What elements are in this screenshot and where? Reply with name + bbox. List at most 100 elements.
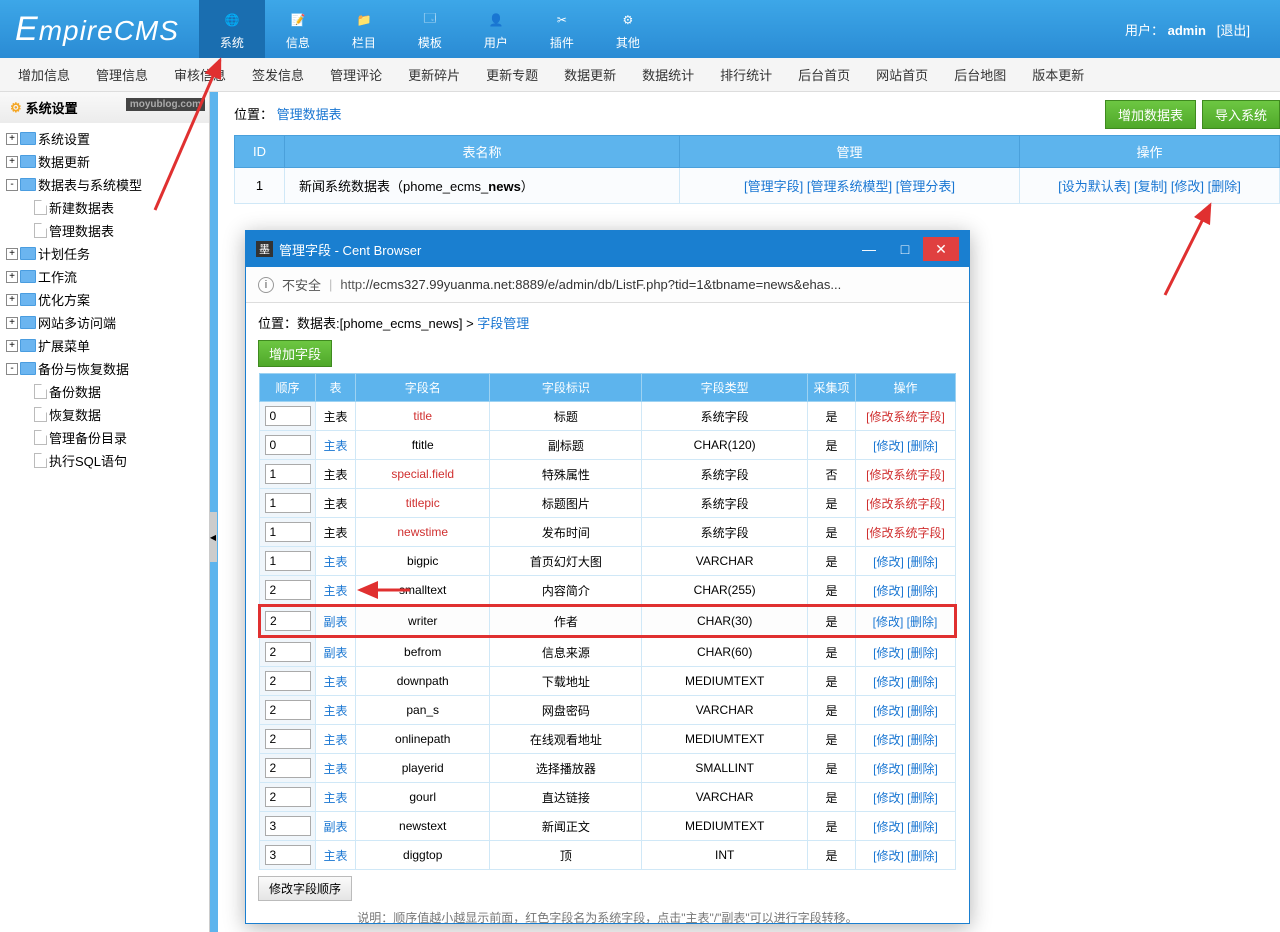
nav-gear[interactable]: ⚙其他	[595, 0, 661, 58]
modify-sys-link[interactable]: [修改系统字段]	[866, 468, 945, 482]
sidebar-item[interactable]: 新建数据表	[0, 196, 209, 219]
subnav-item[interactable]: 排行统计	[712, 65, 780, 84]
modify-link[interactable]: [修改]	[873, 615, 904, 629]
op-link[interactable]: [删除]	[1208, 179, 1241, 194]
delete-link[interactable]: [删除]	[907, 439, 938, 453]
modify-sys-link[interactable]: [修改系统字段]	[866, 410, 945, 424]
order-input[interactable]	[265, 522, 311, 542]
manage-link[interactable]: [管理字段]	[744, 179, 803, 194]
modify-link[interactable]: [修改]	[873, 762, 904, 776]
order-input[interactable]	[265, 580, 311, 600]
delete-link[interactable]: [删除]	[907, 820, 938, 834]
manage-link[interactable]: [管理系统模型]	[807, 179, 892, 194]
modify-link[interactable]: [修改]	[873, 439, 904, 453]
table-toggle-link[interactable]: 主表	[323, 849, 347, 863]
modify-link[interactable]: [修改]	[873, 791, 904, 805]
toggle-icon[interactable]: +	[6, 317, 18, 329]
order-input[interactable]	[265, 758, 311, 778]
toggle-icon[interactable]: -	[6, 363, 18, 375]
nav-folder[interactable]: 📁栏目	[331, 0, 397, 58]
sidebar-item[interactable]: +数据更新	[0, 150, 209, 173]
order-input[interactable]	[265, 671, 311, 691]
table-toggle-link[interactable]: 主表	[323, 704, 347, 718]
sidebar-item[interactable]: 备份数据	[0, 380, 209, 403]
toggle-icon[interactable]: +	[6, 271, 18, 283]
nav-tools[interactable]: ✂插件	[529, 0, 595, 58]
nav-user[interactable]: 👤用户	[463, 0, 529, 58]
subnav-item[interactable]: 版本更新	[1024, 65, 1092, 84]
order-input[interactable]	[265, 493, 311, 513]
modify-sys-link[interactable]: [修改系统字段]	[866, 526, 945, 540]
subnav-item[interactable]: 后台首页	[790, 65, 858, 84]
minimize-icon[interactable]: —	[851, 237, 887, 261]
table-toggle-link[interactable]: 主表	[323, 675, 347, 689]
delete-link[interactable]: [删除]	[907, 849, 938, 863]
table-toggle-link[interactable]: 副表	[323, 646, 347, 660]
modify-link[interactable]: [修改]	[873, 820, 904, 834]
sidebar-item[interactable]: 恢复数据	[0, 403, 209, 426]
order-input[interactable]	[265, 464, 311, 484]
logout-link[interactable]: [退出]	[1217, 23, 1250, 38]
toggle-icon[interactable]: +	[6, 294, 18, 306]
order-input[interactable]	[265, 787, 311, 807]
order-input[interactable]	[265, 845, 311, 865]
delete-link[interactable]: [删除]	[907, 584, 938, 598]
delete-link[interactable]: [删除]	[907, 615, 938, 629]
toggle-icon[interactable]: +	[6, 340, 18, 352]
sidebar-item[interactable]: +扩展菜单	[0, 334, 209, 357]
table-toggle-link[interactable]: 主表	[323, 439, 347, 453]
subnav-item[interactable]: 更新碎片	[400, 65, 468, 84]
delete-link[interactable]: [删除]	[907, 733, 938, 747]
toggle-icon[interactable]: +	[6, 156, 18, 168]
table-toggle-link[interactable]: 主表	[323, 791, 347, 805]
modify-link[interactable]: [修改]	[873, 733, 904, 747]
sidebar-item[interactable]: +优化方案	[0, 288, 209, 311]
sidebar-item[interactable]: -备份与恢复数据	[0, 357, 209, 380]
sidebar-item[interactable]: +系统设置	[0, 127, 209, 150]
table-toggle-link[interactable]: 主表	[323, 584, 347, 598]
order-input[interactable]	[265, 642, 311, 662]
nav-globe[interactable]: 🌐系统	[199, 0, 265, 58]
delete-link[interactable]: [删除]	[907, 704, 938, 718]
delete-link[interactable]: [删除]	[907, 675, 938, 689]
subnav-item[interactable]: 后台地图	[946, 65, 1014, 84]
manage-link[interactable]: [管理分表]	[896, 179, 955, 194]
toggle-icon[interactable]: +	[6, 133, 18, 145]
sidebar-item[interactable]: +网站多访问端	[0, 311, 209, 334]
modify-link[interactable]: [修改]	[873, 704, 904, 718]
add-table-button[interactable]: 增加数据表	[1105, 100, 1196, 129]
crumb-link[interactable]: 管理数据表	[277, 107, 342, 122]
subnav-item[interactable]: 增加信息	[10, 65, 78, 84]
modify-link[interactable]: [修改]	[873, 849, 904, 863]
close-icon[interactable]: ✕	[923, 237, 959, 261]
op-link[interactable]: [设为默认表]	[1058, 179, 1130, 194]
add-field-button[interactable]: 增加字段	[258, 340, 332, 367]
order-input[interactable]	[265, 816, 311, 836]
sidebar-item[interactable]: 执行SQL语句	[0, 449, 209, 472]
subnav-item[interactable]: 数据统计	[634, 65, 702, 84]
modify-link[interactable]: [修改]	[873, 555, 904, 569]
nav-window[interactable]: 🗔模板	[397, 0, 463, 58]
op-link[interactable]: [复制]	[1134, 179, 1167, 194]
subnav-item[interactable]: 签发信息	[244, 65, 312, 84]
order-input[interactable]	[265, 435, 311, 455]
order-input[interactable]	[265, 406, 311, 426]
modify-sys-link[interactable]: [修改系统字段]	[866, 497, 945, 511]
sidebar-item[interactable]: 管理数据表	[0, 219, 209, 242]
modal-crumb-link[interactable]: 字段管理	[477, 316, 529, 331]
modify-link[interactable]: [修改]	[873, 584, 904, 598]
sidebar-item[interactable]: +计划任务	[0, 242, 209, 265]
table-toggle-link[interactable]: 副表	[323, 615, 347, 629]
modify-link[interactable]: [修改]	[873, 675, 904, 689]
subnav-item[interactable]: 数据更新	[556, 65, 624, 84]
subnav-item[interactable]: 审核信息	[166, 65, 234, 84]
toggle-icon[interactable]: +	[6, 248, 18, 260]
subnav-item[interactable]: 更新专题	[478, 65, 546, 84]
sidebar-item[interactable]: 管理备份目录	[0, 426, 209, 449]
table-toggle-link[interactable]: 主表	[323, 762, 347, 776]
subnav-item[interactable]: 网站首页	[868, 65, 936, 84]
save-order-button[interactable]: 修改字段顺序	[258, 876, 352, 901]
order-input[interactable]	[265, 611, 311, 631]
order-input[interactable]	[265, 729, 311, 749]
delete-link[interactable]: [删除]	[907, 762, 938, 776]
